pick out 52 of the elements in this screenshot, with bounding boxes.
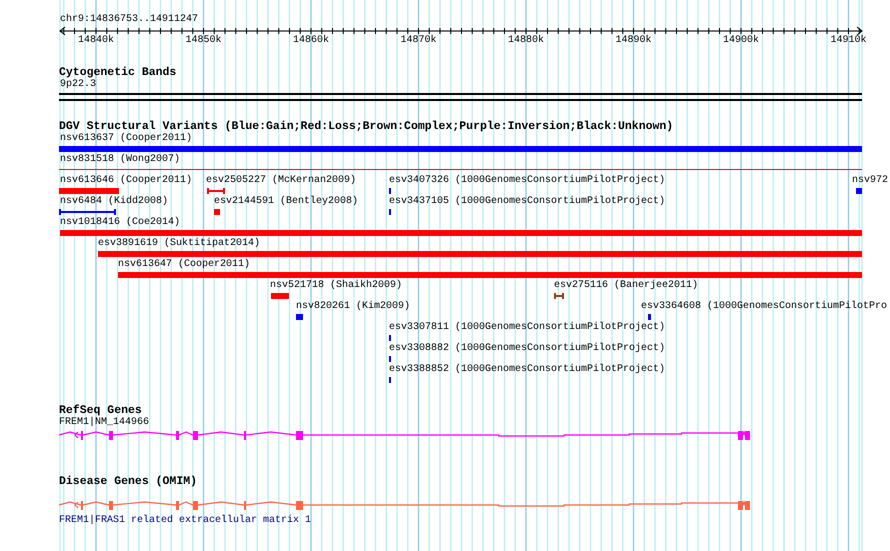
variant-interval[interactable] <box>554 293 564 299</box>
variant-label[interactable]: esv2144591 (Bentley2008) <box>214 196 358 208</box>
variant-label[interactable]: nsv831518 (Wong2007) <box>60 154 180 166</box>
variant-label[interactable]: nsv521718 (Shaikh2009) <box>270 280 402 292</box>
variant-bar[interactable] <box>59 188 119 194</box>
tick-label: 14850k <box>186 35 222 47</box>
variant-label[interactable]: esv2505227 (McKernan2009) <box>206 175 356 187</box>
variant-interval[interactable] <box>207 188 225 194</box>
variant-label[interactable]: esv3437105 (1000GenomesConsortiumPilotProject) <box>389 196 666 208</box>
track-title: DGV Structural Variants (Blue:Gain;Red:Loss;Brown:Complex;Purple:Inversion;Black:Unknown) <box>59 121 674 133</box>
variant-bar[interactable] <box>648 314 651 320</box>
gene-name[interactable]: FREM1|FRAS1 related extracellular matrix 1 <box>59 515 312 527</box>
variant-bar[interactable] <box>214 209 220 215</box>
variant-label[interactable]: esv3891619 (Suktitipat2014) <box>98 238 260 250</box>
variant-interval[interactable] <box>59 209 116 215</box>
variant-line[interactable] <box>59 169 862 170</box>
tick-label: 14900k <box>723 35 759 47</box>
variant-label[interactable]: esv3388852 (1000GenomesConsortiumPilotProject) <box>389 364 666 376</box>
variant-label[interactable]: nsv6484 (Kidd2008) <box>60 196 168 208</box>
tick-label: 14840k <box>78 35 114 47</box>
tick-label: 14880k <box>508 35 544 47</box>
variant-label[interactable]: esv3308882 (1000GenomesConsortiumPilotProject) <box>389 343 666 355</box>
gene-model-drawing[interactable] <box>58 500 750 510</box>
track-title: RefSeq Genes <box>59 405 142 417</box>
variant-label[interactable]: nsv1018416 (Coe2014) <box>60 217 180 229</box>
variant-label[interactable]: nsv613637 (Cooper2011) <box>60 133 192 145</box>
variant-label[interactable]: esv3407326 (1000GenomesConsortiumPilotProject) <box>389 175 666 187</box>
track-title: Disease Genes (OMIM) <box>59 476 198 488</box>
variant-bar[interactable] <box>296 314 303 320</box>
variant-bar[interactable] <box>271 293 289 299</box>
variant-label[interactable]: nsv613647 (Cooper2011) <box>118 259 250 271</box>
variant-label[interactable]: esv3364608 (1000GenomesConsortiumPilotPro <box>641 301 888 313</box>
variant-bar[interactable] <box>60 230 862 236</box>
genomic-location: chr9:14836753..14911247 <box>60 14 198 26</box>
variant-bar[interactable] <box>856 188 862 194</box>
band-ideogram[interactable] <box>59 93 862 101</box>
variant-bar[interactable] <box>118 272 862 278</box>
gene-name[interactable]: FREM1|NM_144966 <box>59 417 150 429</box>
tick-label: 14860k <box>293 35 329 47</box>
tick-label: 14870k <box>400 35 436 47</box>
gene-model-drawing[interactable] <box>58 430 750 440</box>
band-label: 9p22.3 <box>60 79 96 91</box>
variant-label[interactable]: esv275116 (Banerjee2011) <box>554 280 698 292</box>
variant-label[interactable]: nsv613646 (Cooper2011) <box>60 175 192 187</box>
track-title: Cytogenetic Bands <box>59 67 176 79</box>
variant-bar[interactable] <box>98 251 862 257</box>
variant-label[interactable]: nsv820261 (Kim2009) <box>296 301 410 313</box>
variant-bar[interactable] <box>59 146 862 152</box>
tick-label: 14910k <box>830 35 866 47</box>
variant-label[interactable]: nsv972 <box>852 175 888 187</box>
tick-label: 14890k <box>616 35 652 47</box>
variant-label[interactable]: esv3307811 (1000GenomesConsortiumPilotProject) <box>389 322 666 334</box>
